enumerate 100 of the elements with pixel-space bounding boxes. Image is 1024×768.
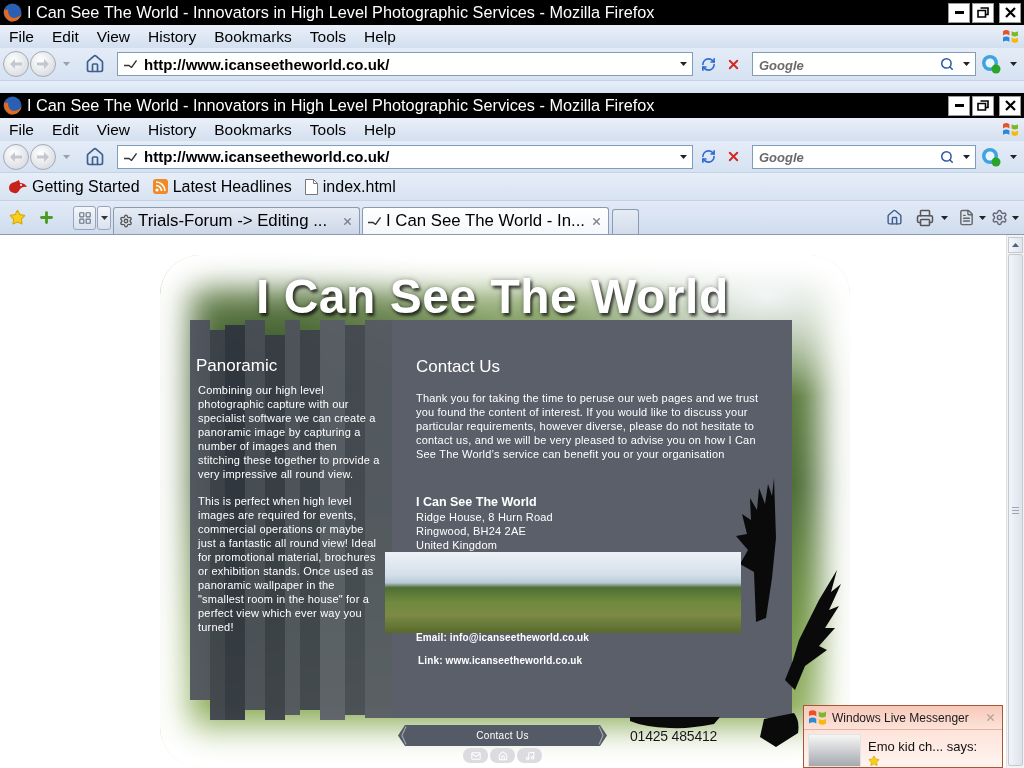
minimize-icon	[954, 104, 964, 107]
menu-item[interactable]: History	[139, 119, 205, 140]
close-button[interactable]	[999, 2, 1021, 23]
new-tab-button[interactable]	[612, 209, 639, 234]
browser-logo-icon	[3, 96, 22, 115]
minimize-icon	[954, 11, 964, 14]
fox-head-icon	[9, 179, 27, 194]
menu-item[interactable]: View	[87, 119, 139, 140]
flag-icon	[809, 709, 826, 726]
nav-button[interactable]: Contact Us	[398, 725, 607, 746]
menu-item[interactable]: Edit	[43, 119, 87, 140]
status-icon	[981, 146, 1001, 167]
minimize-button[interactable]	[948, 2, 970, 23]
grip-icon	[1012, 506, 1019, 514]
home-icon	[85, 146, 105, 167]
paragraph: This is perfect when high level images are required for events, commercial operations or maybe just a fantastic all round view! Ideal for promotional material, brochures or exhibition stands. Once used as panoramic wallpaper in the "smallest room in the house" for a perfect view which ever way you turned!	[198, 494, 378, 634]
arrow-left-icon	[10, 151, 22, 162]
flag-icon	[1003, 122, 1018, 137]
bookmark-link[interactable]: Latest Headlines	[150, 175, 294, 198]
website-line: Link: www.icanseetheworld.co.uk	[418, 654, 583, 668]
menu-item[interactable]: File	[0, 26, 42, 47]
notification-title: Windows Live Messenger	[832, 710, 970, 725]
menu-item[interactable]: File	[0, 119, 42, 140]
minimize-button[interactable]	[948, 95, 970, 116]
caret-icon	[62, 62, 70, 66]
search-icon	[940, 57, 954, 71]
notification-message: Emo kid ch... says:	[868, 739, 978, 755]
messenger-status-button[interactable]	[980, 53, 1002, 75]
caret-icon	[1011, 215, 1019, 220]
search-field[interactable]: Google	[752, 144, 976, 169]
window-title: I Can See The World - Innovators in High Level Photographic Services - Mozilla Firefox	[27, 3, 655, 22]
section-heading: Panoramic	[196, 356, 278, 376]
settings-icon	[990, 209, 1008, 226]
caret-icon	[1009, 154, 1017, 159]
chevron-right-icon	[598, 726, 604, 745]
menu-item[interactable]: History	[139, 26, 205, 47]
tick-icon	[368, 217, 381, 225]
close-icon[interactable]	[591, 215, 602, 227]
restore-icon	[977, 100, 989, 111]
bookmark-link[interactable]: index.html	[302, 175, 398, 198]
restore-icon	[977, 7, 989, 18]
messenger-status-button[interactable]	[980, 145, 1002, 168]
menu-item[interactable]: Edit	[43, 26, 87, 47]
close-icon	[1004, 7, 1016, 18]
status-icon	[981, 54, 1001, 74]
scrollbar-thumb[interactable]	[1008, 254, 1023, 766]
star-icon	[868, 755, 880, 767]
menu-item[interactable]: View	[87, 26, 139, 47]
browser-logo-icon	[3, 3, 22, 22]
menu-item[interactable]: Bookmarks	[205, 26, 300, 47]
flag-icon	[1003, 29, 1018, 44]
tab[interactable]: Trials-Forum -> Editing ...	[113, 207, 360, 234]
chevron-left-icon	[401, 726, 407, 745]
phone-number: 01425 485412	[630, 727, 718, 744]
caret-icon	[680, 154, 687, 159]
address-field[interactable]: http://www.icanseetheworld.co.uk/	[117, 52, 693, 76]
restore-button[interactable]	[972, 2, 994, 23]
caret-icon	[963, 154, 970, 159]
avatar-placeholder	[808, 734, 861, 767]
tab[interactable]: I Can See The World - In...	[362, 207, 609, 234]
menu-item[interactable]: Help	[355, 26, 404, 47]
close-icon	[984, 712, 996, 723]
menu-item[interactable]: Bookmarks	[205, 119, 300, 140]
caret-up-icon	[1012, 243, 1019, 247]
caret-icon	[963, 62, 970, 66]
close-icon[interactable]	[342, 215, 353, 227]
email-line: Email: info@icanseetheworld.co.uk	[416, 631, 590, 645]
tick-icon	[124, 152, 137, 161]
caret-icon	[100, 215, 108, 220]
caret-icon	[940, 215, 948, 220]
restore-button[interactable]	[972, 95, 994, 116]
search-field[interactable]: Google	[752, 52, 976, 76]
close-button[interactable]	[999, 95, 1021, 116]
paragraph: Combining our high level photographic capture with our specialist software we can create a panoramic image by capturing a number of images and then stitching these together to provide a very impressive all round view.	[198, 383, 380, 481]
grid-icon	[77, 210, 92, 225]
rss-icon	[152, 179, 168, 194]
address-field[interactable]: http://www.icanseetheworld.co.uk/	[117, 144, 693, 169]
music-note-icon	[524, 750, 535, 761]
caret-icon	[62, 154, 70, 159]
menu-item[interactable]: Tools	[300, 119, 354, 140]
star-icon	[9, 209, 26, 226]
caret-icon	[978, 215, 986, 220]
search-icon	[940, 149, 954, 164]
paragraph: Thank you for taking the time to peruse our web pages and we trust you found the content of interest. If you would like to discuss your particular requirements, however diverse, please do not hesitate to contact us, and we will be very pleased to advise you on how I Can See The World’s service can benefit you or your organisation	[416, 391, 760, 461]
address-line: Ridge House, 8 Hurn Road	[416, 510, 553, 524]
address-line: Ringwood, BH24 2AE	[416, 524, 526, 538]
mail-icon	[470, 750, 481, 761]
scroll-up-button[interactable]	[1008, 237, 1023, 253]
caret-icon	[1009, 62, 1017, 66]
bookmark-link[interactable]: Getting Started	[7, 175, 142, 198]
plus-icon	[38, 209, 55, 226]
refresh-icon	[700, 56, 716, 72]
home-icon	[497, 750, 508, 761]
address-line: United Kingdom	[416, 538, 498, 552]
menu-item[interactable]: Help	[355, 119, 404, 140]
home-icon	[85, 54, 105, 74]
home-icon	[885, 209, 903, 226]
menu-item[interactable]: Tools	[300, 26, 354, 47]
arrow-left-icon	[10, 59, 22, 69]
tab-list-dropdown-button[interactable]	[97, 205, 111, 230]
